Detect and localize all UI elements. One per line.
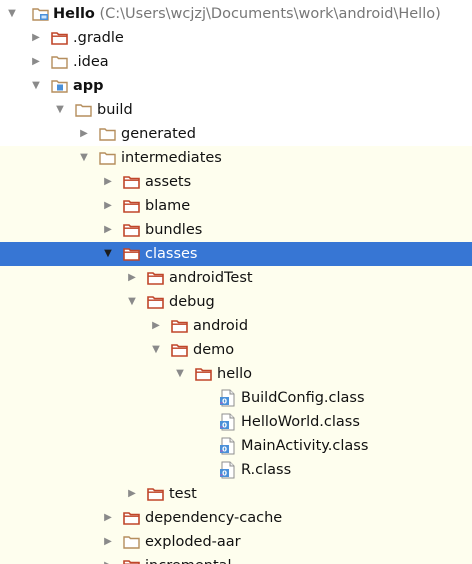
tree-row-label: .gradle — [73, 30, 124, 46]
chevron-expanded-icon[interactable]: ▼ — [53, 98, 67, 122]
tree-row-rclass[interactable]: 0 R.class — [0, 458, 472, 482]
tree-row-label: HelloWorld.class — [241, 414, 360, 430]
class-file-icon: 0 — [219, 437, 237, 455]
tree-row-blame[interactable]: ▶ blame — [0, 194, 472, 218]
folder-orange-icon — [123, 175, 141, 189]
tree-row-mainactivity[interactable]: 0 MainActivity.class — [0, 434, 472, 458]
tree-row-hello[interactable]: ▼ hello — [0, 362, 472, 386]
tree-row-demo[interactable]: ▼ demo — [0, 338, 472, 362]
tree-row-label: androidTest — [169, 270, 253, 286]
tree-row-label: exploded-aar — [145, 534, 241, 550]
folder-plain-icon — [75, 103, 93, 117]
tree-row-label: .idea — [73, 54, 109, 70]
tree-row-label: debug — [169, 294, 215, 310]
tree-row-label: assets — [145, 174, 192, 190]
tree-row-app[interactable]: ▼ app — [0, 74, 472, 98]
tree-row-android[interactable]: ▶ android — [0, 314, 472, 338]
tree-row-classes[interactable]: ▼ classes — [0, 242, 472, 266]
folder-orange-icon — [123, 511, 141, 525]
tree-row-label: blame — [145, 198, 191, 214]
folder-orange-icon — [171, 319, 189, 333]
tree-row-label: app — [73, 78, 104, 94]
folder-orange-icon — [195, 367, 213, 381]
tree-row-label: bundles — [145, 222, 203, 238]
folder-orange-icon — [171, 343, 189, 357]
tree-row-label: classes — [145, 246, 198, 262]
tree-row-gradle[interactable]: ▶ .gradle — [0, 26, 472, 50]
tree-row-test[interactable]: ▶ test — [0, 482, 472, 506]
tree-row-label: demo — [193, 342, 235, 358]
chevron-expanded-icon[interactable]: ▼ — [149, 338, 163, 362]
tree-row-label: incremental — [145, 554, 232, 564]
tree-row-label: intermediates — [121, 150, 222, 166]
svg-text:0: 0 — [222, 398, 227, 406]
tree-row-label: MainActivity.class — [241, 438, 369, 454]
folder-orange-icon — [123, 559, 141, 564]
svg-text:0: 0 — [222, 470, 227, 478]
folder-plain-icon — [99, 127, 117, 141]
class-file-icon: 0 — [219, 413, 237, 431]
tree-row-label: android — [193, 318, 249, 334]
chevron-collapsed-icon[interactable]: ▶ — [101, 554, 115, 564]
tree-row-debug[interactable]: ▼ debug — [0, 290, 472, 314]
project-path: (C:\Users\wcjzj\Documents\work\android\H… — [99, 6, 441, 22]
folder-orange-icon — [123, 247, 141, 261]
folder-plain-icon — [99, 151, 117, 165]
chevron-collapsed-icon[interactable]: ▶ — [101, 170, 115, 194]
module-folder-icon — [51, 79, 69, 93]
chevron-collapsed-icon[interactable]: ▶ — [125, 266, 139, 290]
project-name: Hello — [53, 6, 95, 22]
tree-row-explodedaar[interactable]: ▶ exploded-aar — [0, 530, 472, 554]
chevron-expanded-icon[interactable]: ▼ — [77, 146, 91, 170]
tree-row-label: test — [169, 486, 197, 502]
tree-row-idea[interactable]: ▶ .idea — [0, 50, 472, 74]
project-folder-icon — [32, 7, 50, 21]
class-file-icon: 0 — [219, 389, 237, 407]
chevron-collapsed-icon[interactable]: ▶ — [101, 530, 115, 554]
chevron-collapsed-icon[interactable]: ▶ — [101, 194, 115, 218]
tree-row-label: hello — [217, 366, 253, 382]
folder-orange-icon — [147, 295, 165, 309]
tree-row-hello[interactable]: ▼ Hello (C:\Users\wcjzj\Documents\work\a… — [0, 2, 472, 26]
tree-row-bundles[interactable]: ▶ bundles — [0, 218, 472, 242]
tree-row-depcache[interactable]: ▶ dependency-cache — [0, 506, 472, 530]
project-root-label: Hello (C:\Users\wcjzj\Documents\work\and… — [53, 2, 441, 26]
chevron-expanded-icon[interactable]: ▼ — [29, 74, 43, 98]
tree-row-label: build — [97, 102, 133, 118]
folder-plain-icon — [123, 535, 141, 549]
tree-row-intermediates[interactable]: ▼ intermediates — [0, 146, 472, 170]
folder-plain-icon — [51, 55, 69, 69]
chevron-collapsed-icon[interactable]: ▶ — [29, 26, 43, 50]
folder-orange-icon — [123, 223, 141, 237]
chevron-expanded-icon[interactable]: ▼ — [125, 290, 139, 314]
chevron-collapsed-icon[interactable]: ▶ — [29, 50, 43, 74]
tree-row-label: generated — [121, 126, 196, 142]
chevron-collapsed-icon[interactable]: ▶ — [101, 218, 115, 242]
project-tree: ▼ Hello (C:\Users\wcjzj\Documents\work\a… — [0, 0, 472, 564]
svg-text:0: 0 — [222, 446, 227, 454]
tree-row-assets[interactable]: ▶ assets — [0, 170, 472, 194]
chevron-expanded-icon[interactable]: ▼ — [173, 362, 187, 386]
tree-row-incremental[interactable]: ▶ incremental — [0, 554, 472, 564]
chevron-collapsed-icon[interactable]: ▶ — [149, 314, 163, 338]
svg-text:0: 0 — [222, 422, 227, 430]
tree-row-label: BuildConfig.class — [241, 390, 365, 406]
folder-orange-icon — [123, 199, 141, 213]
chevron-expanded-icon[interactable]: ▼ — [101, 242, 115, 266]
tree-row-build[interactable]: ▼ build — [0, 98, 472, 122]
chevron-collapsed-icon[interactable]: ▶ — [125, 482, 139, 506]
folder-orange-icon — [147, 487, 165, 501]
chevron-expanded-icon[interactable]: ▼ — [5, 2, 19, 26]
tree-row-generated[interactable]: ▶ generated — [0, 122, 472, 146]
tree-row-label: R.class — [241, 462, 292, 478]
tree-row-label: dependency-cache — [145, 510, 283, 526]
folder-orange-icon — [147, 271, 165, 285]
chevron-collapsed-icon[interactable]: ▶ — [101, 506, 115, 530]
chevron-collapsed-icon[interactable]: ▶ — [77, 122, 91, 146]
folder-orange-icon — [51, 31, 69, 45]
class-file-icon: 0 — [219, 461, 237, 479]
tree-row-androidTest[interactable]: ▶ androidTest — [0, 266, 472, 290]
tree-row-helloworld[interactable]: 0 HelloWorld.class — [0, 410, 472, 434]
tree-row-buildconfig[interactable]: 0 BuildConfig.class — [0, 386, 472, 410]
